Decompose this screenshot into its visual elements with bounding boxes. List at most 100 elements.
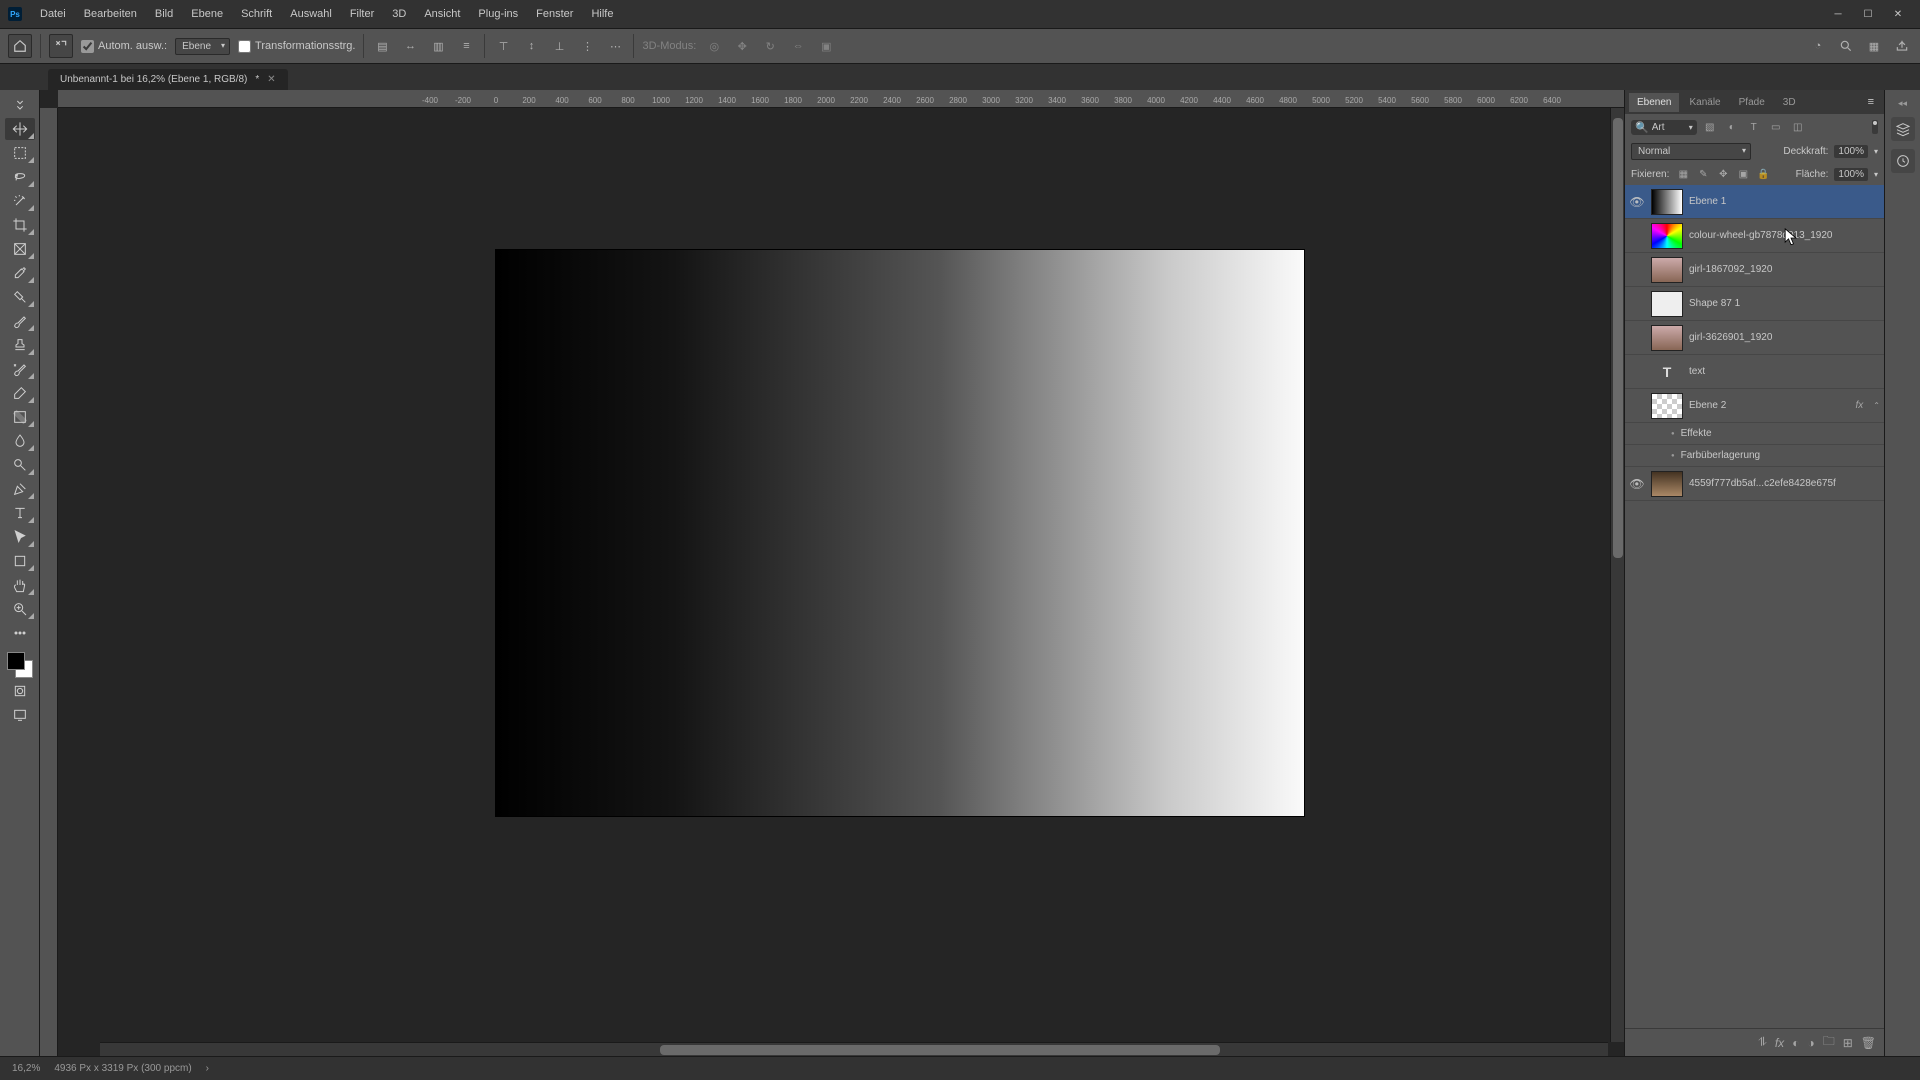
- lock-pixels-icon[interactable]: ✎: [1695, 166, 1711, 182]
- fill-value[interactable]: 100%: [1834, 168, 1868, 181]
- layer-name[interactable]: colour-wheel-gb7878d013_1920: [1689, 230, 1880, 241]
- opacity-value[interactable]: 100%: [1834, 145, 1868, 158]
- filter-smart-icon[interactable]: ◫: [1789, 118, 1807, 136]
- layer-effect-row[interactable]: ●Farbüberlagerung: [1625, 445, 1884, 467]
- stamp-tool[interactable]: [5, 334, 35, 356]
- menu-auswahl[interactable]: Auswahl: [282, 4, 340, 24]
- search-icon[interactable]: [1836, 36, 1856, 56]
- filter-toggle[interactable]: [1872, 120, 1878, 134]
- new-layer-icon[interactable]: ⊞: [1843, 1036, 1853, 1050]
- scrollbar-vertical[interactable]: [1610, 108, 1624, 1042]
- quick-mask-icon[interactable]: [5, 680, 35, 702]
- fx-badge[interactable]: fx: [1856, 400, 1864, 411]
- auto-select-checkbox[interactable]: Autom. ausw.:: [81, 40, 167, 53]
- layer-name[interactable]: girl-3626901_1920: [1689, 332, 1880, 343]
- menu-ansicht[interactable]: Ansicht: [416, 4, 468, 24]
- tool-preset-picker[interactable]: [49, 34, 73, 58]
- close-button[interactable]: ✕: [1884, 4, 1912, 24]
- workspace-picker-icon[interactable]: ▦: [1864, 36, 1884, 56]
- crop-tool[interactable]: [5, 214, 35, 236]
- distribute-v-icon[interactable]: ⋮: [577, 36, 597, 56]
- more-align-icon[interactable]: ⋯: [605, 36, 625, 56]
- panel-tab-ebenen[interactable]: Ebenen: [1629, 93, 1679, 112]
- filter-type-icon[interactable]: T: [1745, 118, 1763, 136]
- frame-tool[interactable]: [5, 238, 35, 260]
- align-bottom-icon[interactable]: ⊥: [549, 36, 569, 56]
- layer-thumbnail[interactable]: [1651, 257, 1683, 283]
- zoom-level[interactable]: 16,2%: [12, 1063, 40, 1074]
- brush-tool[interactable]: [5, 310, 35, 332]
- layer-row[interactable]: 👁girl-3626901_1920: [1625, 321, 1884, 355]
- layers-dock-icon[interactable]: [1891, 117, 1915, 141]
- edit-toolbar-icon[interactable]: [5, 622, 35, 644]
- menu-fenster[interactable]: Fenster: [528, 4, 581, 24]
- toolbox-collapse-icon[interactable]: [5, 94, 35, 116]
- layer-thumbnail[interactable]: T: [1651, 359, 1683, 385]
- align-top-icon[interactable]: ⊤: [493, 36, 513, 56]
- panel-tab-kanäle[interactable]: Kanäle: [1681, 93, 1728, 112]
- share-icon[interactable]: [1892, 36, 1912, 56]
- maximize-button[interactable]: ☐: [1854, 4, 1882, 24]
- auto-select-target-dropdown[interactable]: Ebene: [175, 38, 230, 55]
- menu-datei[interactable]: Datei: [32, 4, 74, 24]
- eyedropper-tool[interactable]: [5, 262, 35, 284]
- lock-artboard-icon[interactable]: ▣: [1735, 166, 1751, 182]
- healing-tool[interactable]: [5, 286, 35, 308]
- distribute-h-icon[interactable]: ≡: [456, 36, 476, 56]
- visibility-toggle[interactable]: 👁: [1629, 195, 1645, 209]
- menu-3d[interactable]: 3D: [384, 4, 414, 24]
- artboard[interactable]: [496, 250, 1304, 816]
- panel-tab-3d[interactable]: 3D: [1775, 93, 1804, 112]
- menu-bearbeiten[interactable]: Bearbeiten: [76, 4, 145, 24]
- properties-dock-icon[interactable]: [1891, 149, 1915, 173]
- layer-name[interactable]: text: [1689, 366, 1880, 377]
- layer-name[interactable]: Ebene 1: [1689, 196, 1880, 207]
- layer-thumbnail[interactable]: [1651, 393, 1683, 419]
- path-select-tool[interactable]: [5, 526, 35, 548]
- layer-row[interactable]: 👁 4559f777db5af...c2efe8428e675f: [1625, 467, 1884, 501]
- blur-tool[interactable]: [5, 430, 35, 452]
- adjustment-layer-icon[interactable]: ◑: [1807, 1036, 1814, 1050]
- blend-mode-dropdown[interactable]: Normal: [1631, 143, 1751, 160]
- layer-filter-kind[interactable]: 🔍 ▾: [1631, 120, 1697, 135]
- layer-fx-icon[interactable]: fx: [1775, 1036, 1784, 1050]
- menu-schrift[interactable]: Schrift: [233, 4, 280, 24]
- layer-effect-row[interactable]: ●Effekte: [1625, 423, 1884, 445]
- eraser-tool[interactable]: [5, 382, 35, 404]
- document-tab[interactable]: Unbenannt-1 bei 16,2% (Ebene 1, RGB/8) *…: [48, 69, 288, 90]
- color-swatches[interactable]: [7, 652, 33, 678]
- gradient-tool[interactable]: [5, 406, 35, 428]
- menu-hilfe[interactable]: Hilfe: [583, 4, 621, 24]
- align-middle-v-icon[interactable]: ↕: [521, 36, 541, 56]
- transform-controls-checkbox[interactable]: Transformationsstrg.: [238, 40, 355, 53]
- group-icon[interactable]: 🗀: [1823, 1032, 1835, 1053]
- link-layers-icon[interactable]: ⥮: [1758, 1035, 1767, 1050]
- dodge-tool[interactable]: [5, 454, 35, 476]
- layer-filter-input[interactable]: [1652, 122, 1686, 133]
- minimize-button[interactable]: ─: [1824, 4, 1852, 24]
- layer-row[interactable]: 👁Ttext: [1625, 355, 1884, 389]
- visibility-toggle[interactable]: 👁: [1629, 477, 1645, 491]
- layer-row[interactable]: 👁girl-1867092_1920: [1625, 253, 1884, 287]
- layer-row[interactable]: 👁 Ebene 1: [1625, 185, 1884, 219]
- filter-shape-icon[interactable]: ▭: [1767, 118, 1785, 136]
- canvas-viewport[interactable]: [58, 108, 1624, 1056]
- layer-name[interactable]: girl-1867092_1920: [1689, 264, 1880, 275]
- align-center-h-icon[interactable]: ↔: [400, 36, 420, 56]
- close-tab-icon[interactable]: ✕: [267, 74, 275, 85]
- menu-filter[interactable]: Filter: [342, 4, 382, 24]
- layer-list[interactable]: 👁 Ebene 1 👁 colour-wheel-gb7878d013_1920 👁gi…: [1625, 185, 1884, 1028]
- layer-name[interactable]: 4559f777db5af...c2efe8428e675f: [1689, 478, 1880, 489]
- foreground-color[interactable]: [7, 652, 25, 670]
- ruler-vertical[interactable]: [40, 108, 58, 1056]
- screen-mode-icon[interactable]: [5, 704, 35, 726]
- align-left-icon[interactable]: ▤: [372, 36, 392, 56]
- chevron-down-icon[interactable]: ▾: [1874, 147, 1878, 156]
- align-right-icon[interactable]: ▥: [428, 36, 448, 56]
- layer-thumbnail[interactable]: [1651, 291, 1683, 317]
- layer-thumbnail[interactable]: [1651, 325, 1683, 351]
- layer-thumbnail[interactable]: [1651, 223, 1683, 249]
- layer-thumbnail[interactable]: [1651, 189, 1683, 215]
- document-info[interactable]: 4936 Px x 3319 Px (300 ppcm): [54, 1063, 191, 1074]
- pen-tool[interactable]: [5, 478, 35, 500]
